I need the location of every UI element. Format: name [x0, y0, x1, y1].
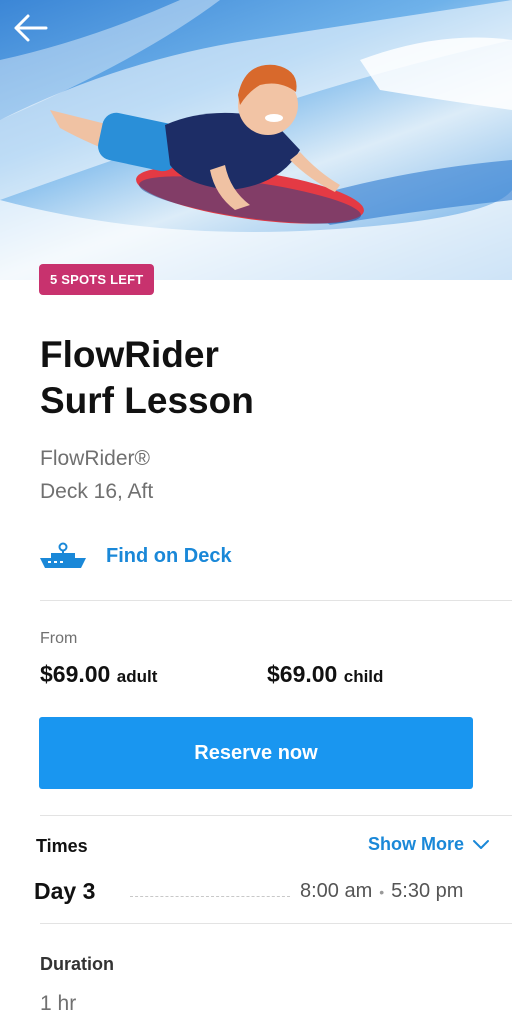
back-button[interactable]: [10, 10, 50, 46]
page-title: FlowRider Surf Lesson: [40, 332, 480, 424]
ship-icon: [40, 542, 86, 568]
deck-location: Deck 16, Aft: [40, 480, 154, 503]
times-label: Times: [36, 836, 88, 856]
spots-left-badge: 5 SPOTS LEFT: [39, 264, 155, 295]
time-separator: •: [379, 883, 385, 900]
show-more-button[interactable]: Show More: [368, 834, 490, 855]
dashed-leader: [130, 896, 290, 897]
title-line-2: Surf Lesson: [40, 380, 254, 421]
surfer-illustration: [0, 0, 512, 280]
hero-image: [0, 0, 512, 280]
start-time: 8:00 am: [300, 880, 373, 902]
adult-price-value: $69.00: [40, 661, 111, 687]
child-price-value: $69.00: [267, 661, 338, 687]
child-price-label: child: [343, 667, 384, 686]
price-from-label: From: [40, 630, 78, 647]
chevron-down-icon: [473, 839, 489, 849]
find-on-deck-link[interactable]: Find on Deck: [38, 538, 232, 574]
divider: [40, 600, 512, 601]
time-range: 8:00 am • 5:30 pm: [300, 880, 463, 903]
duration-value: 1 hr: [40, 992, 77, 1015]
divider: [40, 815, 512, 816]
day-label: Day 3: [34, 878, 96, 904]
reserve-now-button[interactable]: Reserve now: [39, 717, 473, 789]
adult-price: $69.00 adult: [40, 661, 157, 688]
show-more-label: Show More: [367, 834, 464, 854]
end-time: 5:30 pm: [391, 880, 464, 902]
venue-name: FlowRider®: [40, 447, 150, 470]
divider: [40, 923, 512, 924]
back-arrow-icon: [14, 14, 48, 42]
child-price: $69.00 child: [267, 661, 383, 688]
find-on-deck-label: Find on Deck: [106, 544, 232, 567]
adult-price-label: adult: [116, 667, 158, 686]
title-line-1: FlowRider: [40, 334, 219, 375]
duration-label: Duration: [40, 954, 114, 974]
